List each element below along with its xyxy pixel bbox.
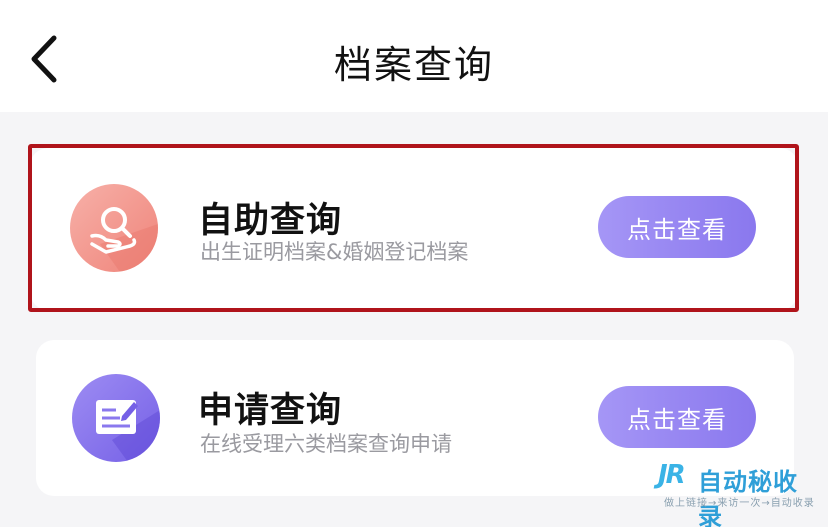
page: 档案查询 自助查询 出生证明档案&婚姻登记档案 点击查看 申请查询 在线受理六类…: [0, 0, 828, 527]
card-description: 出生证明档案&婚姻登记档案: [200, 240, 469, 264]
application-icon-badge: [72, 374, 160, 462]
view-button[interactable]: 点击查看: [598, 196, 756, 258]
header-bar: 档案查询: [0, 0, 828, 112]
card-title: 申请查询: [198, 391, 343, 431]
watermark: JR 自动秘收录 做上链接→来访一次→自动收录: [654, 458, 815, 527]
page-title: 档案查询: [333, 43, 494, 87]
card-description: 在线受理六类档案查询申请: [200, 432, 452, 456]
view-button[interactable]: 点击查看: [598, 386, 756, 448]
watermark-subtitle: 做上链接→来访一次→自动收录: [664, 498, 815, 509]
edit-document-icon: [96, 400, 160, 462]
self-service-query-card[interactable]: 自助查询 出生证明档案&婚姻登记档案 点击查看: [30, 148, 798, 310]
self-service-icon-badge: [70, 184, 158, 272]
watermark-logo: JR: [658, 460, 686, 490]
hand-search-icon: [90, 207, 158, 272]
